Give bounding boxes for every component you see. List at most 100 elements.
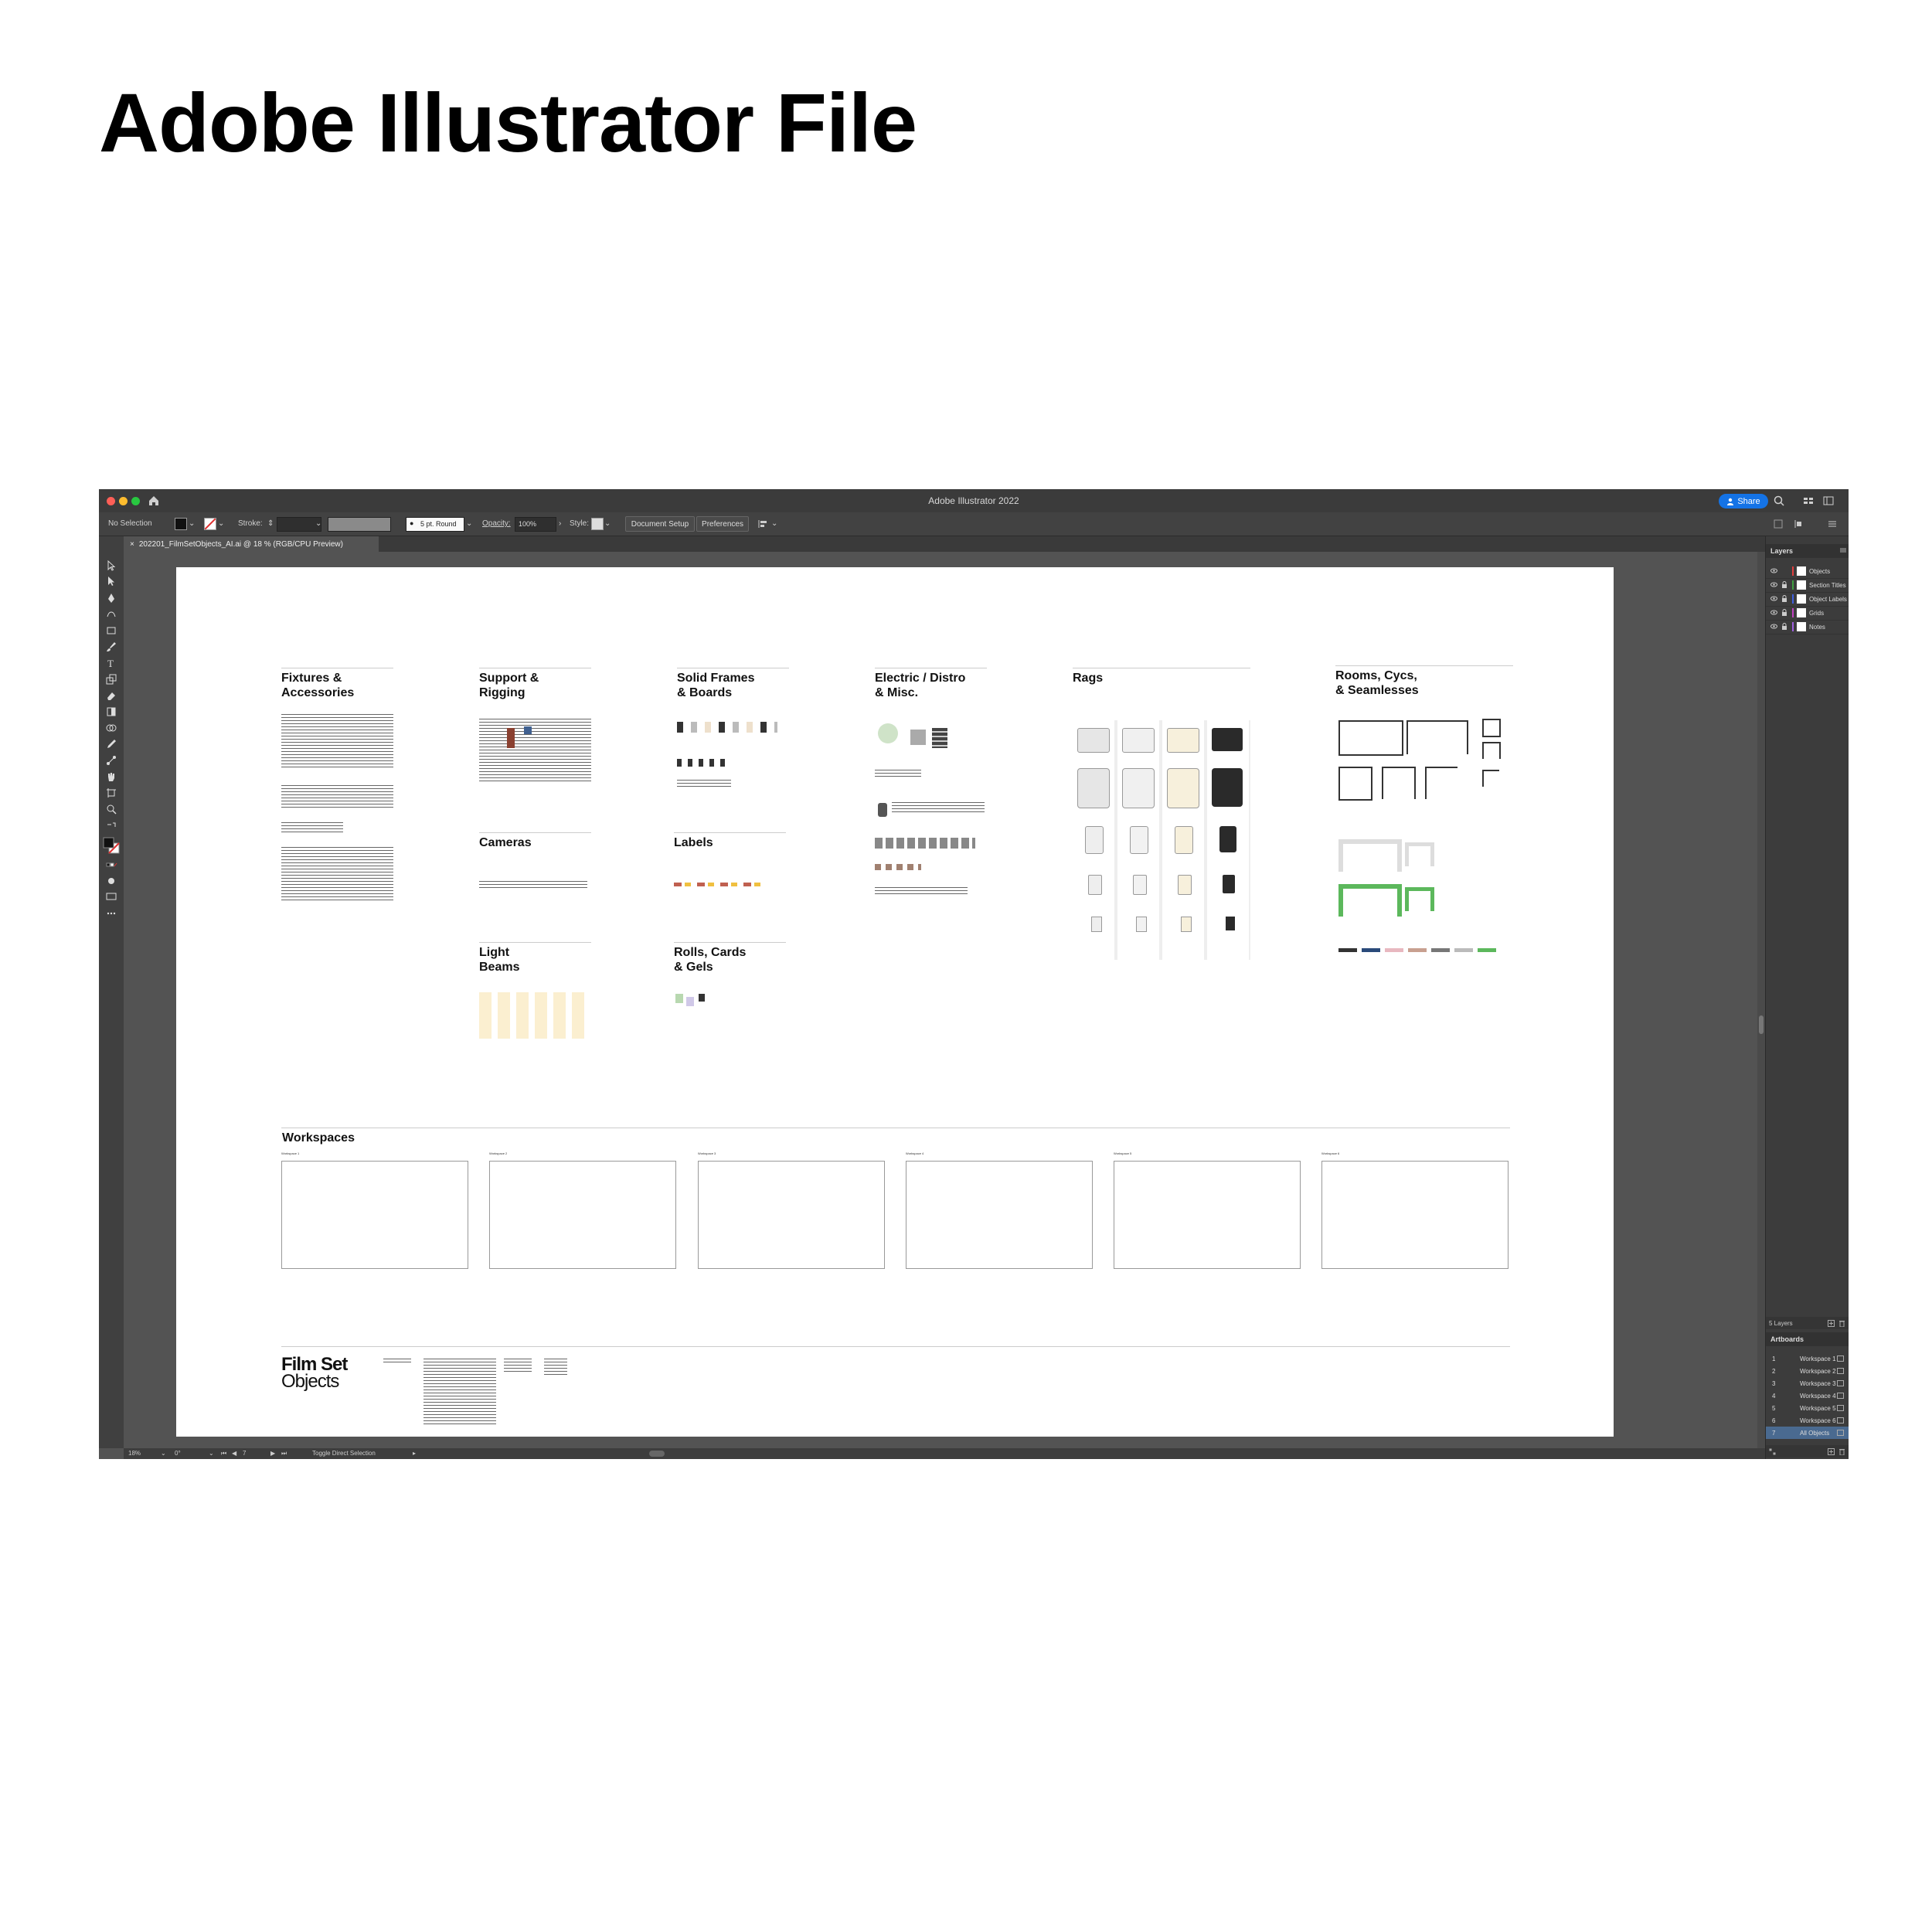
search-icon[interactable] <box>1773 495 1785 507</box>
paintbrush-tool-icon[interactable] <box>105 641 117 653</box>
brush-chevron-icon[interactable]: ⌄ <box>466 519 472 528</box>
edit-toolbar-icon[interactable] <box>105 907 117 920</box>
opacity-field[interactable]: 100% <box>515 517 556 532</box>
rectangle-tool-icon[interactable] <box>105 624 117 637</box>
control-panel-menu-icon[interactable] <box>1827 519 1838 529</box>
artboard-options-icon[interactable] <box>1837 1368 1844 1374</box>
layers-panel-tab[interactable]: Layers <box>1766 544 1849 558</box>
lock-icon[interactable] <box>1781 623 1787 630</box>
preferences-button[interactable]: Preferences <box>696 516 749 532</box>
layers-menu-icon[interactable] <box>1840 547 1846 553</box>
new-artboard-icon[interactable] <box>1828 1448 1835 1455</box>
brush-definition[interactable]: ● 5 pt. Round <box>406 517 464 532</box>
hand-tool-icon[interactable] <box>105 770 117 783</box>
visibility-eye-icon[interactable] <box>1770 581 1777 588</box>
lock-icon[interactable] <box>1781 581 1787 588</box>
transform-icon[interactable] <box>1773 519 1784 529</box>
last-artboard-icon[interactable]: ⏭ <box>281 1450 287 1458</box>
eraser-tool-icon[interactable] <box>105 689 117 702</box>
fill-stroke-indicator-icon[interactable] <box>102 836 121 855</box>
visibility-eye-icon[interactable] <box>1770 623 1777 630</box>
direct-selection-tool-icon[interactable] <box>105 575 117 587</box>
visibility-eye-icon[interactable] <box>1770 567 1777 574</box>
share-button[interactable]: Share <box>1719 494 1768 509</box>
artboard-options-icon[interactable] <box>1837 1393 1844 1399</box>
artboard-row-selected[interactable]: 7 All Objects <box>1766 1427 1849 1439</box>
artboard-row[interactable]: 3 Workspace 3 <box>1766 1377 1849 1389</box>
artboard-row[interactable]: 4 Workspace 4 <box>1766 1389 1849 1402</box>
eyedropper-tool-icon[interactable] <box>105 738 117 750</box>
screen-mode-icon[interactable] <box>105 890 117 903</box>
delete-artboard-icon[interactable] <box>1838 1448 1845 1455</box>
align-icon[interactable] <box>757 519 768 529</box>
lock-icon[interactable] <box>1781 609 1787 616</box>
close-document-icon[interactable]: × <box>130 540 134 549</box>
lock-icon[interactable] <box>1781 595 1787 602</box>
scale-tool-icon[interactable] <box>105 673 117 685</box>
rearrange-artboards-icon[interactable] <box>1769 1448 1776 1455</box>
style-chevron-icon[interactable]: ⌄ <box>604 519 611 528</box>
previous-artboard-icon[interactable]: ◀ <box>232 1450 236 1457</box>
stroke-weight-chevron-icon[interactable]: ⌄ <box>315 519 321 528</box>
stroke-dropdown-chevron-icon[interactable]: ⌄ <box>218 519 224 528</box>
artboard-row[interactable]: 6 Workspace 6 <box>1766 1414 1849 1427</box>
first-artboard-icon[interactable]: ⏮ <box>221 1450 226 1458</box>
artboard-row[interactable]: 1 Workspace 1 <box>1766 1352 1849 1365</box>
artboards-panel-tab[interactable]: Artboards <box>1766 1332 1849 1346</box>
workspace-frame[interactable] <box>281 1161 468 1269</box>
fill-swatch[interactable] <box>175 518 187 530</box>
document-tab[interactable]: × 202201_FilmSetObjects_AI.ai @ 18 % (RG… <box>124 536 379 552</box>
variable-width-profile[interactable] <box>328 517 391 532</box>
artboard-row[interactable]: 5 Workspace 5 <box>1766 1402 1849 1414</box>
zoom-level-field[interactable]: 18% <box>128 1450 141 1457</box>
layer-row-grids[interactable]: Grids <box>1766 606 1849 621</box>
next-artboard-icon[interactable]: ▶ <box>270 1450 275 1457</box>
gradient-tool-icon[interactable] <box>105 706 117 718</box>
draw-normal-icon[interactable] <box>105 875 117 887</box>
visibility-eye-icon[interactable] <box>1770 595 1777 602</box>
zoom-chevron-icon[interactable]: ⌄ <box>161 1450 166 1457</box>
artboard-row[interactable]: 2 Workspace 2 <box>1766 1365 1849 1377</box>
layer-row-object-labels[interactable]: Object Labels <box>1766 592 1849 607</box>
align-chevron-icon[interactable]: ⌄ <box>771 519 777 528</box>
type-tool-icon[interactable]: T <box>105 657 117 669</box>
artboard-options-icon[interactable] <box>1837 1430 1844 1436</box>
artboard-options-icon[interactable] <box>1837 1405 1844 1411</box>
workspace-switcher-icon[interactable] <box>1822 495 1835 507</box>
rotation-field[interactable]: 0° <box>175 1450 181 1457</box>
selection-tool-icon[interactable] <box>105 560 117 572</box>
status-menu-arrow-icon[interactable]: ▸ <box>413 1450 416 1457</box>
artboard-options-icon[interactable] <box>1837 1355 1844 1362</box>
delete-layer-icon[interactable] <box>1838 1320 1845 1327</box>
vertical-scrollbar[interactable] <box>1757 552 1765 1448</box>
artboard-tool-icon[interactable] <box>105 787 117 799</box>
curvature-tool-icon[interactable] <box>105 607 117 620</box>
artboard[interactable]: Fixtures & Accessories Support & Rigging… <box>176 567 1614 1437</box>
artboard-options-icon[interactable] <box>1837 1417 1844 1423</box>
artboard-options-icon[interactable] <box>1837 1380 1844 1386</box>
workspace-frame[interactable] <box>489 1161 676 1269</box>
layer-row-objects[interactable]: Objects <box>1766 564 1849 579</box>
opacity-label[interactable]: Opacity: <box>482 519 511 528</box>
shape-builder-tool-icon[interactable] <box>105 722 117 734</box>
document-setup-button[interactable]: Document Setup <box>625 516 695 532</box>
artboard-number-field[interactable]: 7 <box>243 1450 246 1457</box>
color-modes-icon[interactable] <box>105 859 117 872</box>
layer-row-section-titles[interactable]: Section Titles <box>1766 578 1849 593</box>
stroke-swatch[interactable] <box>204 518 216 530</box>
workspace-frame[interactable] <box>1114 1161 1301 1269</box>
scrollbar-thumb[interactable] <box>1759 1015 1764 1034</box>
status-tool-hint[interactable]: Toggle Direct Selection <box>312 1450 376 1457</box>
stroke-stepper-icon[interactable]: ⇕ <box>267 519 274 528</box>
horizontal-scrollbar-thumb[interactable] <box>649 1451 665 1457</box>
workspace-frame[interactable] <box>906 1161 1093 1269</box>
arrange-documents-icon[interactable] <box>1802 495 1815 507</box>
distribute-icon[interactable] <box>1793 519 1804 529</box>
pen-tool-icon[interactable] <box>105 592 117 604</box>
visibility-eye-icon[interactable] <box>1770 609 1777 616</box>
graphic-style-swatch[interactable] <box>591 518 604 530</box>
opacity-arrow-icon[interactable]: › <box>559 519 561 528</box>
workspace-frame[interactable] <box>698 1161 885 1269</box>
layer-row-notes[interactable]: Notes <box>1766 620 1849 634</box>
blend-tool-icon[interactable] <box>105 754 117 767</box>
